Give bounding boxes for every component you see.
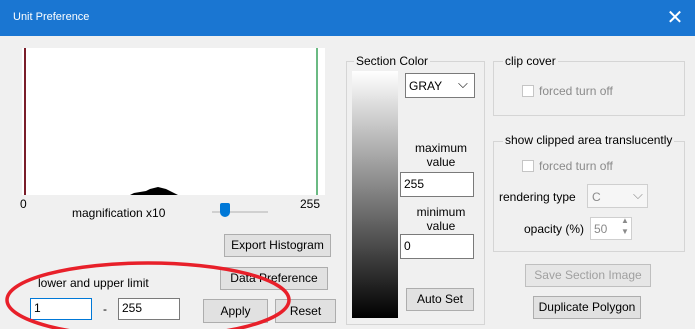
magnification-label: magnification x10 [72, 206, 166, 220]
opacity-value: 50 [594, 222, 608, 236]
rendering-type-value: C [592, 190, 601, 204]
maximum-label-line1: maximum [414, 141, 467, 155]
clipped-area-label: show clipped area translucently [503, 133, 675, 147]
spin-down-icon[interactable]: ▼ [621, 227, 629, 236]
section-color-value: GRAY [409, 79, 443, 93]
gray-gradient-bar [352, 71, 398, 318]
clipped-area-forced-off-checkbox[interactable] [522, 160, 534, 172]
minimum-value-label: minimum value [401, 205, 481, 233]
maximum-value-input[interactable]: 255 [400, 172, 474, 197]
section-color-select[interactable]: GRAY ⌵ [405, 73, 475, 98]
section-color-label: Section Color [354, 54, 431, 68]
opacity-spinbox[interactable]: 50 ▲ ▼ [590, 216, 632, 240]
opacity-label: opacity (%) [524, 222, 585, 236]
magnification-slider-thumb[interactable] [220, 203, 231, 217]
chevron-down-icon: ⌵ [458, 76, 468, 91]
save-section-image-button[interactable]: Save Section Image [525, 264, 651, 287]
clip-cover-forced-off-checkbox[interactable] [522, 85, 534, 97]
clip-cover-label: clip cover [503, 54, 558, 68]
histogram-max-label: 255 [300, 197, 321, 211]
auto-set-button[interactable]: Auto Set [406, 288, 474, 311]
title-bar: Unit Preference ✕ [0, 0, 695, 36]
close-icon[interactable]: ✕ [660, 4, 690, 32]
minimum-value-input[interactable]: 0 [400, 234, 474, 259]
histogram-plot [24, 48, 318, 195]
chevron-down-icon: ⌵ [633, 187, 643, 202]
window-title: Unit Preference [13, 11, 90, 23]
maximum-label-line2: value [426, 155, 456, 169]
rendering-type-select[interactable]: C ⌵ [587, 184, 648, 208]
histogram-min-label: 0 [20, 197, 27, 211]
minimum-label-line2: value [426, 219, 456, 233]
histogram-canvas [22, 48, 325, 195]
clipped-area-forced-off-label: forced turn off [539, 159, 613, 173]
annotation-ellipse [5, 261, 291, 329]
spin-up-icon[interactable]: ▲ [621, 216, 629, 225]
minimum-label-line1: minimum [416, 205, 466, 219]
duplicate-polygon-button[interactable]: Duplicate Polygon [533, 296, 641, 319]
histogram-bars [130, 187, 178, 195]
annotation-circle [5, 261, 291, 329]
rendering-type-label: rendering type [499, 190, 576, 204]
clip-cover-forced-off-label: forced turn off [539, 84, 613, 98]
maximum-value-label: maximum value [401, 141, 481, 169]
